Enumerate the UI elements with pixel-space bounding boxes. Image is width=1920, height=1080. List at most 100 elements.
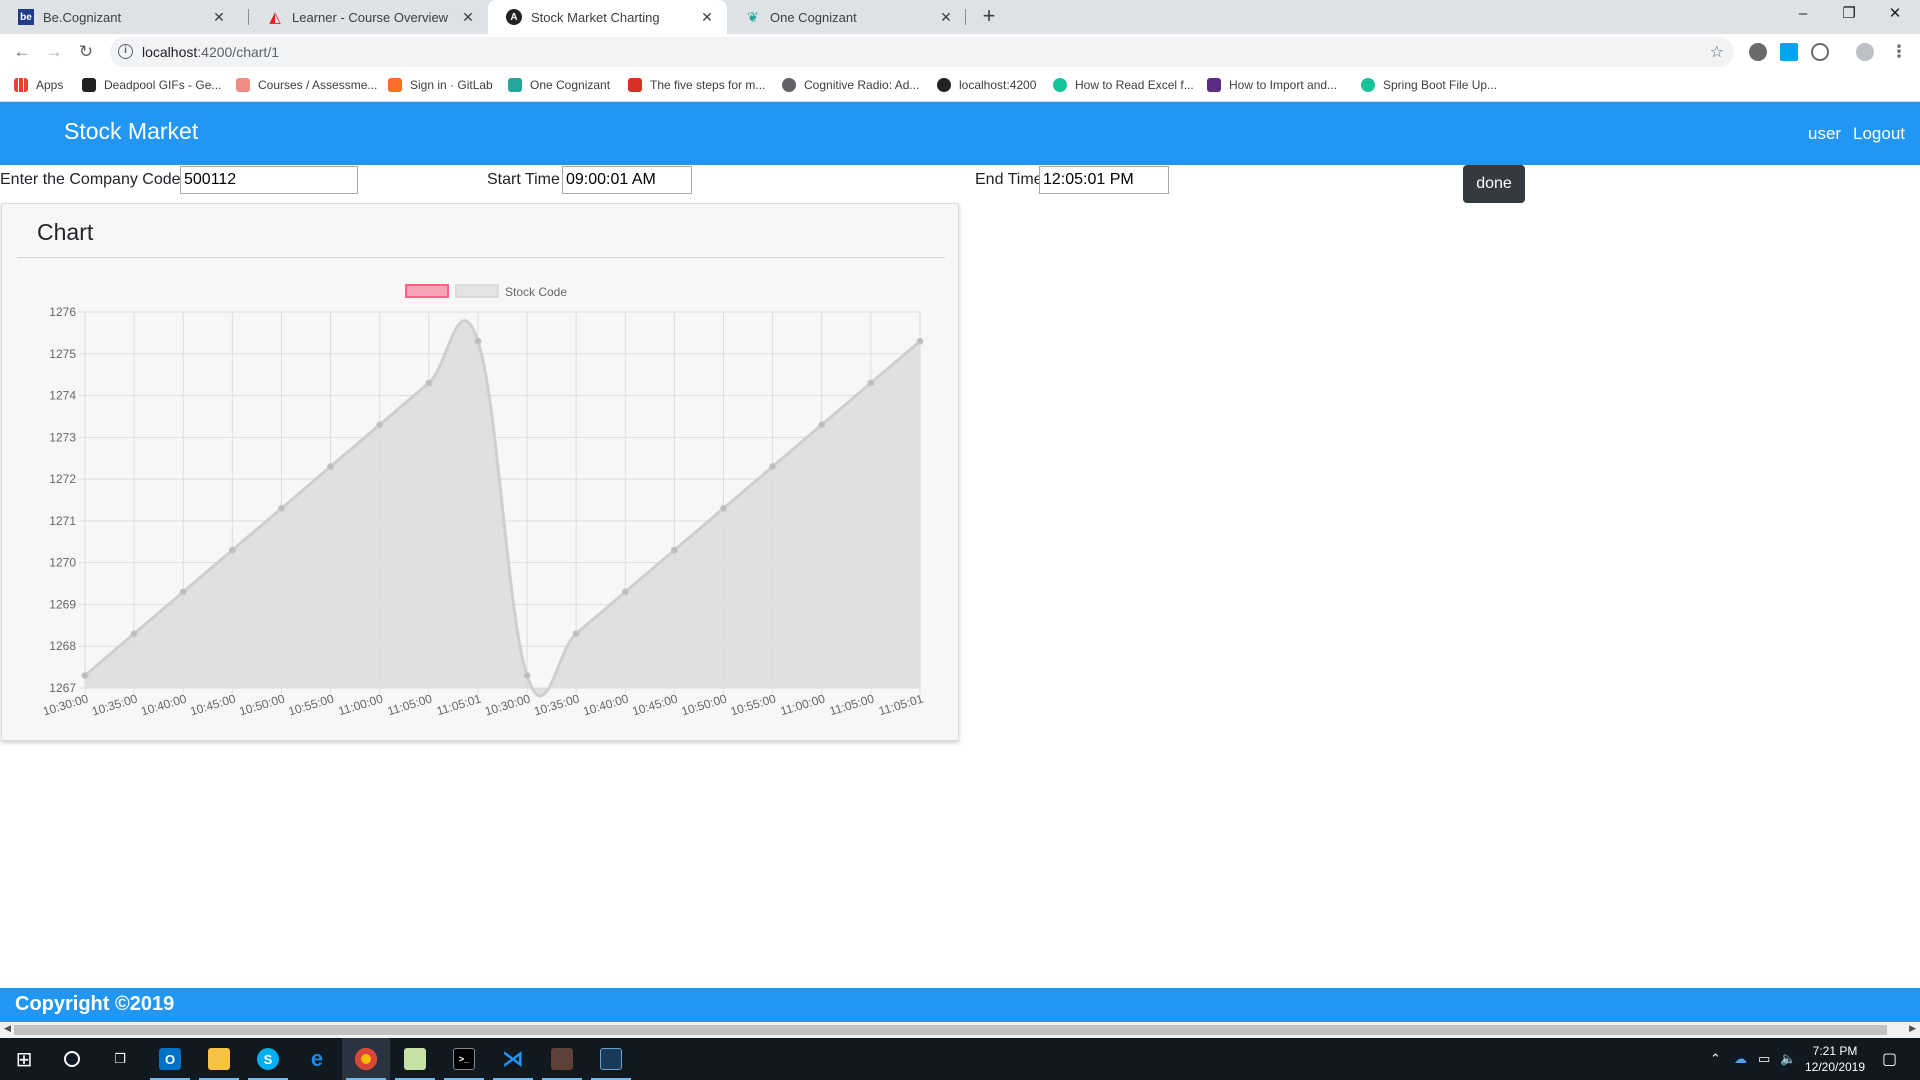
done-button[interactable]: done [1463, 165, 1525, 203]
address-bar[interactable]: i localhost:4200/chart/1 ☆ [110, 37, 1734, 67]
tab-stock-market-charting[interactable]: A Stock Market Charting ✕ [488, 0, 727, 34]
tab-be-cognizant[interactable]: be Be.Cognizant ✕ [0, 0, 239, 34]
horizontal-scrollbar[interactable]: ◀ ▶ [0, 1022, 1920, 1038]
y-tick-label: 1272 [49, 472, 76, 486]
x-tick-label: 10:45:00 [631, 691, 680, 718]
url-text[interactable]: localhost:4200/chart/1 [142, 44, 279, 60]
bookmark-label: Courses / Assessme... [258, 78, 378, 92]
chart-card-header: Chart [17, 204, 945, 258]
terminal-icon[interactable]: >_ [440, 1038, 488, 1080]
volume-icon[interactable]: 🔈 [1780, 1051, 1796, 1067]
courses-favicon [236, 78, 250, 92]
bookmark-how-to-import[interactable]: How to Import and... [1207, 78, 1337, 92]
show-hidden-icons-icon[interactable]: ⌃ [1710, 1051, 1721, 1067]
bookmark-courses[interactable]: Courses / Assessme... [236, 78, 377, 92]
bookmark-label: localhost:4200 [959, 78, 1037, 92]
chrome-icon[interactable] [342, 1038, 390, 1080]
clock-date: 12/20/2019 [1804, 1060, 1866, 1074]
file-explorer-icon[interactable] [195, 1038, 243, 1080]
minimize-icon[interactable]: – [1780, 0, 1826, 30]
logout-link[interactable]: Logout [1853, 124, 1905, 144]
menu-kebab-icon[interactable]: ⋮ [1887, 40, 1911, 64]
company-code-input[interactable] [180, 166, 358, 194]
grammarly-favicon [1361, 78, 1375, 92]
vscode-icon[interactable]: ⋊ [489, 1038, 537, 1080]
notifications-icon[interactable]: ▢ [1882, 1049, 1897, 1069]
close-icon[interactable]: ✕ [699, 9, 715, 26]
scroll-right-icon[interactable]: ▶ [1909, 1023, 1916, 1034]
forward-arrow-icon[interactable]: → [42, 40, 66, 64]
y-tick-label: 1269 [49, 597, 76, 611]
legend-swatch [455, 284, 499, 298]
legend-label: Stock Code [505, 285, 567, 299]
network-icon[interactable]: ▭ [1758, 1051, 1770, 1067]
bookmark-apps[interactable]: Apps [14, 78, 63, 92]
bookmark-star-icon[interactable]: ☆ [1710, 42, 1724, 62]
bookmark-label: Sign in · GitLab [410, 78, 493, 92]
site-info-icon[interactable]: i [118, 44, 133, 59]
bookmark-localhost[interactable]: localhost:4200 [937, 78, 1036, 92]
app-brand[interactable]: Stock Market [64, 118, 198, 145]
scroll-left-icon[interactable]: ◀ [4, 1023, 11, 1034]
x-tick-label: 11:00:00 [779, 691, 827, 718]
url-host: localhost [142, 44, 198, 60]
x-tick-label: 10:30:00 [483, 691, 532, 718]
y-tick-label: 1275 [49, 347, 76, 361]
close-icon[interactable]: ✕ [460, 9, 476, 26]
taskbar-clock[interactable]: 7:21 PM 12/20/2019 [1800, 1043, 1870, 1075]
end-time-input[interactable] [1039, 166, 1169, 194]
restore-icon[interactable]: ❐ [1826, 0, 1872, 30]
scrollbar-thumb[interactable] [14, 1025, 1887, 1035]
bookmark-cognitive-radio[interactable]: Cognitive Radio: Ad... [782, 78, 919, 92]
cortana-search-icon[interactable] [48, 1038, 96, 1080]
skype-icon[interactable]: S [244, 1038, 292, 1080]
x-tick-label: 10:55:00 [729, 691, 778, 718]
bookmark-label: Cognitive Radio: Ad... [804, 78, 920, 92]
tab-learner-course-overview[interactable]: ◭ Learner - Course Overview ✕ [249, 0, 488, 34]
bookmark-five-steps[interactable]: The five steps for m... [628, 78, 765, 92]
tab-title: Stock Market Charting [531, 9, 660, 25]
browser-toolbar: ← → ↻ i localhost:4200/chart/1 ☆ ⋮ [0, 34, 1920, 70]
outlook-icon[interactable]: O [146, 1038, 194, 1080]
windows-start-icon[interactable]: ⊞ [0, 1038, 48, 1080]
start-time-input[interactable] [562, 166, 692, 194]
tab-title: Be.Cognizant [43, 9, 122, 25]
bookmark-gitlab[interactable]: Sign in · GitLab [388, 78, 493, 92]
tab-title: One Cognizant [770, 9, 857, 25]
x-tick-label: 11:05:00 [828, 691, 876, 718]
app-footer: Copyright ©2019 [0, 988, 1920, 1022]
notepad-icon[interactable] [391, 1038, 439, 1080]
reload-icon[interactable]: ↻ [74, 40, 98, 64]
bookmark-one-cognizant[interactable]: One Cognizant [508, 78, 610, 92]
back-arrow-icon[interactable]: ← [10, 40, 34, 64]
edge-icon[interactable]: e [293, 1038, 341, 1080]
task-view-icon[interactable]: ❐ [96, 1038, 144, 1080]
onedrive-icon[interactable]: ☁ [1734, 1051, 1747, 1067]
data-point [228, 546, 236, 554]
data-point [769, 463, 777, 471]
bookmark-read-excel[interactable]: How to Read Excel f... [1053, 78, 1194, 92]
copyright-text: Copyright ©2019 [15, 993, 175, 1015]
extension-icon[interactable] [1749, 43, 1767, 61]
x-tick-label: 11:05:01 [877, 691, 925, 718]
bookmark-label: Deadpool GIFs - Ge... [104, 78, 222, 92]
bookmark-label: Spring Boot File Up... [1383, 78, 1498, 92]
stock-line-chart: 1276 1275 1274 1273 1272 1271 1270 1269 1268 1267… [41, 284, 925, 719]
profile-avatar-icon[interactable] [1856, 43, 1874, 61]
bookmark-deadpool[interactable]: Deadpool GIFs - Ge... [82, 78, 221, 92]
sts-icon[interactable] [587, 1038, 635, 1080]
new-tab-button[interactable]: + [976, 4, 1002, 30]
tab-one-cognizant[interactable]: ❦ One Cognizant ✕ [727, 0, 966, 34]
app-icon[interactable] [538, 1038, 586, 1080]
close-icon[interactable]: ✕ [211, 9, 227, 26]
user-link[interactable]: user [1808, 124, 1841, 144]
angular-favicon [937, 78, 951, 92]
extension-icon[interactable] [1811, 43, 1829, 61]
bookmark-label: How to Read Excel f... [1075, 78, 1194, 92]
bookmark-label: One Cognizant [530, 78, 611, 92]
window-close-icon[interactable]: ✕ [1872, 0, 1918, 30]
bookmark-spring-boot[interactable]: Spring Boot File Up... [1361, 78, 1497, 92]
chart-filter-form: Enter the Company Code Start Time End Ti… [0, 165, 1920, 195]
close-icon[interactable]: ✕ [938, 9, 954, 26]
windows-extension-icon[interactable] [1780, 43, 1798, 61]
